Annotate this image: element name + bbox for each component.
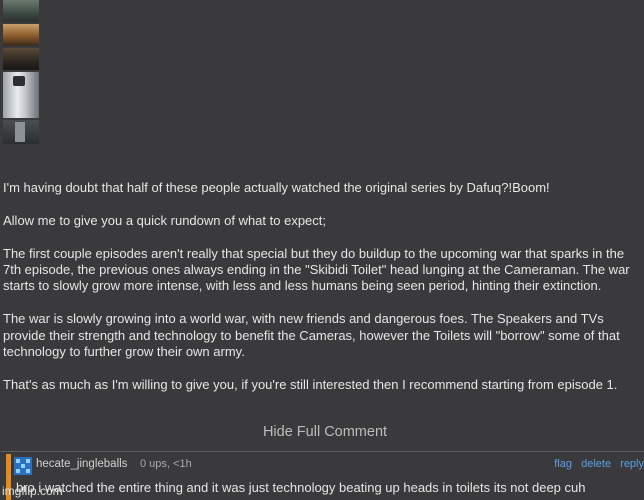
hide-full-comment-button[interactable]: Hide Full Comment <box>0 424 644 440</box>
thumbnail-image[interactable] <box>3 0 39 22</box>
comment-paragraph: The war is slowly growing into a world w… <box>3 311 620 360</box>
username-link[interactable]: hecate_jingleballs <box>36 458 127 470</box>
thumbnail-image[interactable] <box>3 24 39 46</box>
avatar[interactable] <box>14 457 32 475</box>
reply-meta: 0 ups, <1h <box>140 458 192 470</box>
comment-body: I'm having doubt that half of these peop… <box>3 180 643 410</box>
thumbnail-image[interactable] <box>3 48 39 70</box>
reply-text: bro i watched the entire thing and it wa… <box>16 480 586 495</box>
reply-comment: hecate_jingleballs 0 ups, <1h flag delet… <box>0 452 644 500</box>
comment-paragraph: That's as much as I'm willing to give yo… <box>3 376 618 392</box>
flag-button[interactable]: flag <box>554 458 572 470</box>
comment-paragraph: I'm having doubt that half of these peop… <box>3 180 550 195</box>
comment-paragraph: The first couple episodes aren't really … <box>3 245 630 294</box>
thumbnail-image[interactable] <box>3 120 39 144</box>
delete-button[interactable]: delete <box>581 458 611 470</box>
reply-button[interactable]: reply <box>620 458 644 470</box>
comment-actions: flag delete reply <box>548 458 644 470</box>
image-thumbnails <box>3 0 39 146</box>
thumbnail-image[interactable] <box>3 72 39 118</box>
watermark: imgflip.com <box>2 484 63 498</box>
comment-paragraph: Allow me to give you a quick rundown of … <box>3 212 327 228</box>
